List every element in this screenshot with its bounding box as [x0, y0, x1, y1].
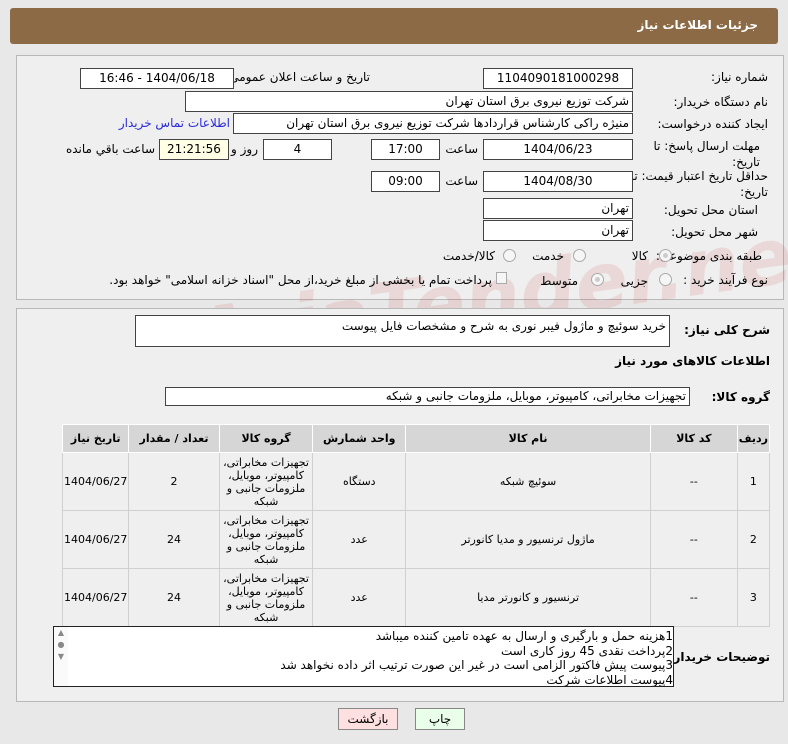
item-quantity: 24 — [128, 510, 220, 569]
description-field[interactable]: خرید سوئیچ و ماژول فیبر نوری به شرح و مش… — [135, 315, 670, 347]
table-row: 3 -- ترنسیور و کانورتر مدیا عدد تجهیزات مخاب… — [61, 568, 771, 627]
deadline-time-label: ساعت — [445, 142, 478, 156]
creator-field[interactable]: منیژه راکی کارشناس قراردادها شرکت توزیع … — [233, 113, 633, 134]
row-number: 2 — [736, 510, 771, 569]
validity-time-field[interactable]: 09:00 — [371, 171, 440, 192]
item-group: تجهیزات مخابراتی، کامپیوتر، موبایل، ملزو… — [218, 568, 314, 627]
treasury-payment-note: پرداخت تمام یا بخشی از مبلغ خرید،از محل … — [109, 273, 492, 287]
goods-group-field[interactable]: تجهیزات مخابراتی، کامپیوتر، موبایل، ملزو… — [165, 387, 690, 406]
deadline-label: مهلت ارسال پاسخ: تا تاریخ: — [653, 139, 760, 169]
note-line: 2پرداخت نقدی 45 روز کاری است — [500, 643, 673, 658]
col-code: کد کالا — [650, 424, 738, 453]
category-option-goods-service: کالا/خدمت — [442, 249, 495, 263]
col-group: گروه کالا — [218, 424, 314, 453]
item-group: تجهیزات مخابراتی، کامپیوتر، موبایل، ملزو… — [218, 510, 314, 569]
process-option-minor: جزیی — [620, 274, 648, 288]
validity-label: حداقل تاریخ اعتبار قیمت: تا تاریخ: — [630, 169, 768, 199]
validity-date-field[interactable]: 1404/08/30 — [483, 171, 633, 192]
remaining-time-field: 21:21:56 — [159, 139, 229, 160]
col-date: تاریخ نیاز — [61, 424, 130, 453]
category-radio-goods[interactable] — [659, 249, 672, 262]
page-title: جزئیات اطلاعات نیاز — [637, 18, 758, 32]
item-quantity: 2 — [128, 452, 220, 511]
item-date: 1404/06/27 — [61, 510, 130, 569]
category-option-service: خدمت — [532, 249, 564, 263]
page-header: جزئیات اطلاعات نیاز — [10, 8, 778, 44]
notes-scrollbar[interactable]: ▲ ● ▼ — [54, 627, 68, 686]
item-group: تجهیزات مخابراتی، کامپیوتر، موبایل، ملزو… — [218, 452, 314, 511]
validity-time-label: ساعت — [445, 174, 478, 188]
item-unit: عدد — [312, 510, 407, 569]
row-number: 3 — [736, 568, 771, 627]
note-line: 3پیوست پیش فاکتور الزامی است در غیر این … — [280, 658, 673, 672]
category-radio-goods-service[interactable] — [503, 249, 516, 262]
need-number-label: شماره نیاز: — [711, 70, 768, 84]
row-number: 1 — [736, 452, 771, 511]
remaining-label: ساعت باقي مانده — [65, 142, 155, 156]
days-field[interactable]: 4 — [263, 139, 332, 160]
city-field[interactable]: تهران — [483, 220, 633, 241]
goods-group-label: گروه کالا: — [711, 390, 770, 404]
buyer-contact-link[interactable]: اطلاعات تماس خریدار — [119, 116, 230, 130]
col-row: ردیف — [736, 424, 771, 453]
process-radio-minor[interactable] — [659, 273, 672, 286]
item-name: ترنسیور و کانورتر مدیا — [405, 568, 651, 627]
days-label: روز و — [231, 142, 258, 156]
description-label: شرح کلی نیاز: — [684, 323, 770, 337]
item-name: سوئیچ شبکه — [405, 452, 651, 511]
province-field[interactable]: تهران — [483, 198, 633, 219]
col-name: نام کالا — [405, 424, 651, 453]
category-option-goods: کالا — [631, 249, 648, 263]
announce-field[interactable]: 1404/06/18 - 16:46 — [80, 68, 234, 89]
process-label: نوع فرآیند خرید : — [683, 273, 768, 287]
process-option-medium: متوسط — [540, 274, 578, 288]
item-code: -- — [650, 568, 738, 627]
province-label: استان محل تحویل: — [663, 203, 758, 217]
process-radio-medium[interactable] — [591, 273, 604, 286]
item-date: 1404/06/27 — [61, 452, 130, 511]
note-line: 4پیوست اطلاعات شرکت — [546, 672, 673, 687]
item-quantity: 24 — [128, 568, 220, 627]
notes-field[interactable]: 1هزینه حمل و بارگیری و ارسال به عهده تام… — [53, 626, 674, 687]
note-line: 1هزینه حمل و بارگیری و ارسال به عهده تام… — [375, 629, 673, 643]
page: جزئیات اطلاعات نیاز AriaTender.net شماره… — [0, 0, 788, 744]
table-row: 2 -- ماژول ترنسیور و مدیا کانورتر عدد تجهیزا… — [61, 510, 771, 569]
need-number-field[interactable]: 1104090181000298 — [483, 68, 633, 89]
deadline-time-field[interactable]: 17:00 — [371, 139, 440, 160]
category-radio-service[interactable] — [573, 249, 586, 262]
goods-section-title: اطلاعات کالاهای مورد نیاز — [615, 354, 770, 368]
city-label: شهر محل تحویل: — [671, 225, 758, 239]
notes-label: توضیحات خریدار: — [668, 650, 770, 664]
table-row: 1 -- سوئیچ شبکه دستگاه تجهیزات مخابراتی، کام… — [61, 452, 771, 511]
item-date: 1404/06/27 — [61, 568, 130, 627]
treasury-payment-checkbox[interactable] — [496, 272, 507, 284]
item-name: ماژول ترنسیور و مدیا کانورتر — [405, 510, 651, 569]
creator-label: ایجاد کننده درخواست: — [657, 117, 768, 131]
item-unit: عدد — [312, 568, 407, 627]
item-unit: دستگاه — [312, 452, 407, 511]
back-button[interactable]: بازگشت — [338, 708, 398, 730]
col-unit: واحد شمارش — [312, 424, 407, 453]
announce-label: تاریخ و ساعت اعلان عمومی: — [225, 70, 370, 84]
item-code: -- — [650, 510, 738, 569]
deadline-date-field[interactable]: 1404/06/23 — [483, 139, 633, 160]
col-quantity: تعداد / مقدار — [128, 424, 220, 453]
print-button[interactable]: چاپ — [415, 708, 465, 730]
buyer-org-field[interactable]: شرکت توزیع نیروی برق استان تهران — [185, 91, 633, 112]
goods-table: ردیف کد کالا نام کالا واحد شمارش گروه کا… — [61, 424, 771, 627]
item-code: -- — [650, 452, 738, 511]
buyer-org-label: نام دستگاه خریدار: — [673, 95, 769, 109]
